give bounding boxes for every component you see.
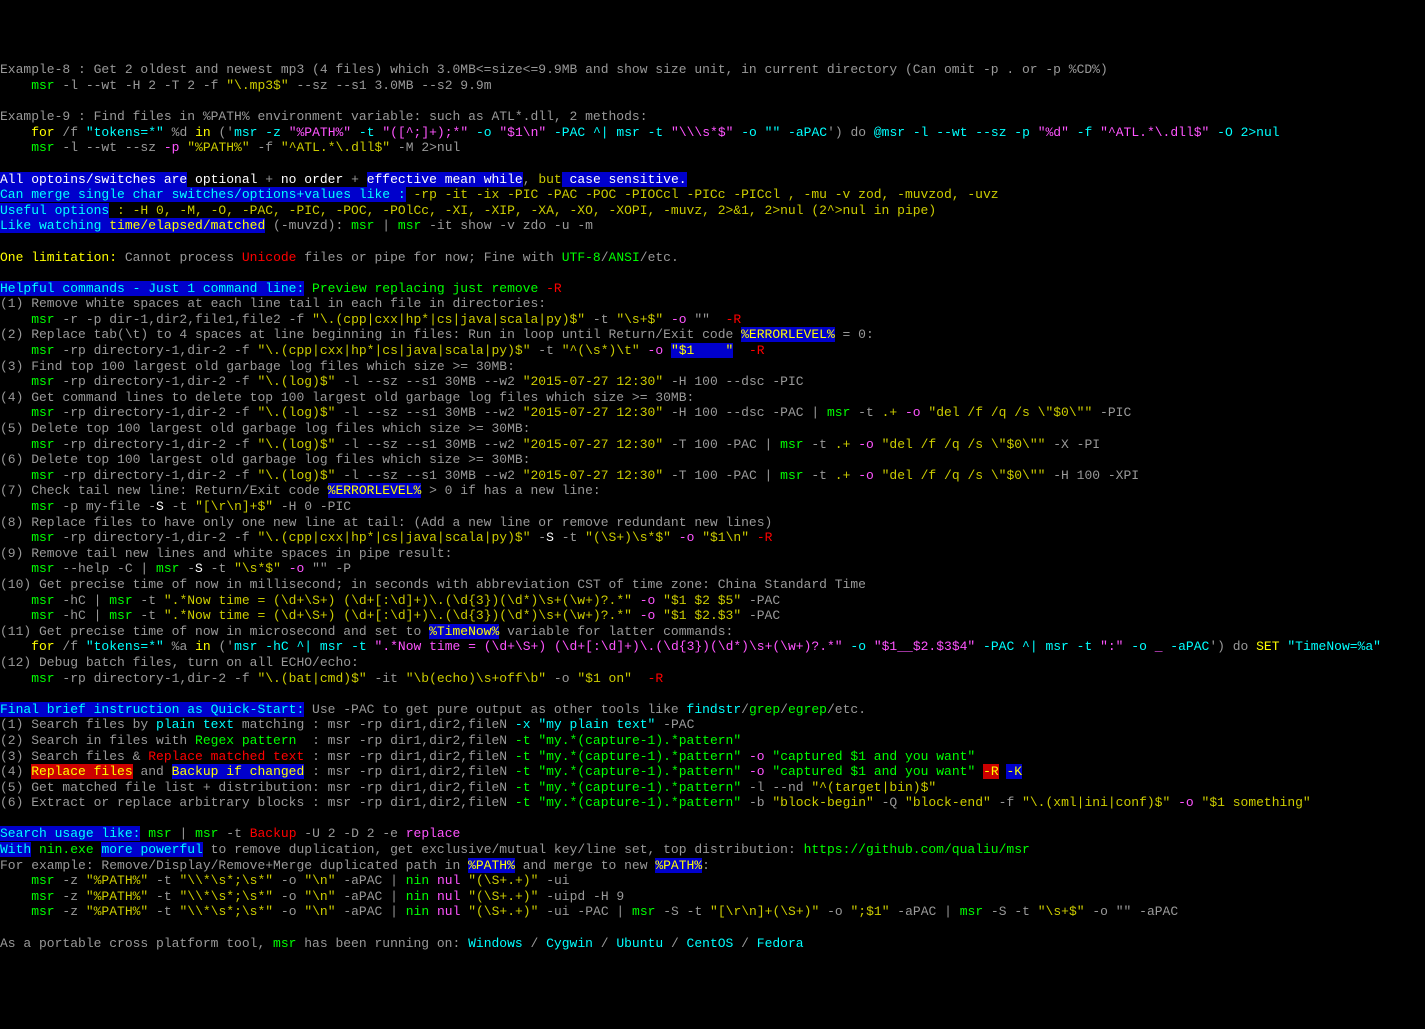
line: Example-8 : Get 2 oldest and newest mp3 …	[0, 62, 1108, 77]
highlight: All optoins/switches are	[0, 172, 187, 187]
terminal-output: Example-8 : Get 2 oldest and newest mp3 …	[0, 62, 1425, 951]
cmd: msr	[0, 78, 55, 93]
line: Example-9 : Find files in %PATH% environ…	[0, 109, 648, 124]
